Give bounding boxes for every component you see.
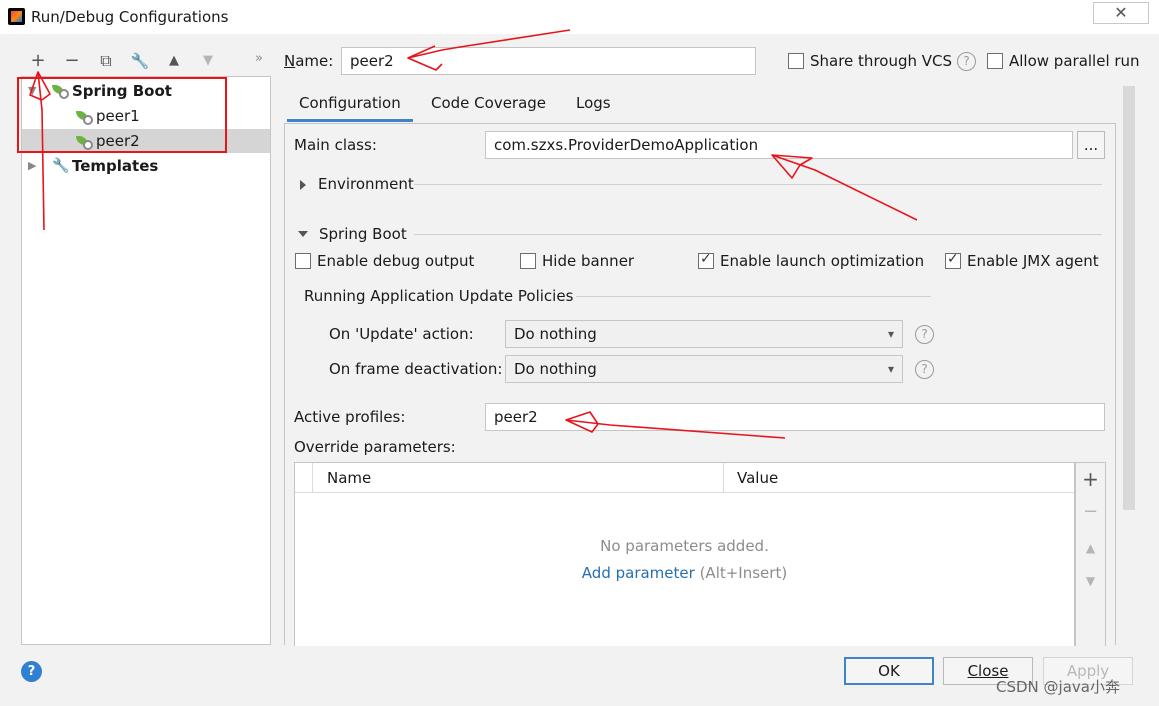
tab-configuration[interactable]: Configuration [287, 88, 413, 122]
copy-configuration-button[interactable]: ⧉ [94, 49, 118, 73]
name-label: Name: [284, 52, 334, 70]
enable-debug-output-label: Enable debug output [317, 252, 475, 270]
empty-table-text: No parameters added. [600, 537, 769, 555]
add-parameter-shortcut: (Alt+Insert) [699, 564, 788, 582]
window-title: Run/Debug Configurations [31, 8, 229, 26]
help-icon[interactable]: ? [915, 325, 934, 344]
more-actions-icon[interactable]: » [255, 51, 263, 66]
divider [576, 296, 931, 297]
vertical-scrollbar[interactable] [1123, 86, 1135, 510]
chevron-down-icon: ▾ [887, 327, 894, 341]
collapse-spring-boot-icon[interactable] [298, 231, 308, 237]
edit-templates-button[interactable]: 🔧 [128, 49, 152, 73]
chevron-down-icon: ▾ [887, 362, 894, 376]
wrench-icon: 🔧 [52, 158, 70, 174]
tab-code-coverage[interactable]: Code Coverage [419, 88, 558, 122]
add-configuration-button[interactable]: + [26, 49, 50, 73]
move-row-up-button[interactable]: ▲ [1076, 541, 1105, 555]
divider [414, 184, 1102, 185]
watermark-text: CSDN @java小奔 [996, 678, 1120, 696]
on-frame-label: On frame deactivation: [329, 360, 503, 378]
remove-configuration-button[interactable]: − [60, 49, 84, 73]
update-policies-title: Running Application Update Policies [304, 287, 574, 305]
spring-boot-section-toggle[interactable]: Spring Boot [319, 225, 407, 243]
column-divider [723, 463, 724, 493]
main-class-label: Main class: [294, 136, 377, 154]
configuration-tree[interactable]: ▼ Spring Boot peer1 peer2 ▶ 🔧 Templates [21, 76, 271, 645]
name-label-text: ame: [295, 52, 334, 70]
table-header: Name Value [295, 463, 1074, 493]
tab-logs[interactable]: Logs [564, 88, 623, 122]
name-input[interactable]: peer2 [341, 47, 756, 75]
window-close-button[interactable]: ✕ [1093, 2, 1149, 24]
browse-main-class-button[interactable]: ... [1077, 131, 1105, 159]
column-divider [312, 463, 313, 493]
main-class-input[interactable]: com.szxs.ProviderDemoApplication [485, 131, 1073, 159]
move-row-down-button[interactable]: ▼ [1076, 574, 1105, 588]
hide-banner-checkbox[interactable] [520, 253, 536, 269]
help-button[interactable]: ? [21, 661, 42, 682]
remove-row-button[interactable]: − [1076, 501, 1105, 522]
add-parameter-link[interactable]: Add parameter [582, 564, 695, 582]
enable-launch-optimization-checkbox[interactable] [698, 251, 714, 269]
on-frame-select[interactable]: Do nothing ▾ [505, 355, 903, 383]
allow-parallel-checkbox[interactable] [987, 53, 1003, 69]
tree-group-templates[interactable]: ▶ 🔧 Templates [22, 154, 270, 178]
divider [414, 234, 1102, 235]
move-down-button[interactable]: ▼ [196, 49, 220, 73]
move-up-button[interactable]: ▲ [162, 49, 186, 73]
table-side-toolbar: + − ▲ ▼ [1075, 462, 1106, 646]
expand-environment-icon[interactable] [300, 180, 306, 190]
column-header-name[interactable]: Name [327, 469, 371, 487]
override-parameters-label: Override parameters: [294, 438, 456, 456]
override-parameters-table[interactable]: Name Value No parameters added. Add para… [294, 462, 1075, 646]
add-parameter-row: Add parameter (Alt+Insert) [295, 564, 1074, 582]
enable-jmx-agent-label: Enable JMX agent [967, 252, 1099, 270]
on-frame-value: Do nothing [514, 360, 597, 378]
add-row-button[interactable]: + [1076, 467, 1105, 491]
environment-section-toggle[interactable]: Environment [318, 175, 414, 193]
on-update-label: On 'Update' action: [329, 325, 474, 343]
help-icon[interactable]: ? [915, 360, 934, 379]
active-profiles-input[interactable]: peer2 [485, 403, 1105, 431]
allow-parallel-label: Allow parallel run [1009, 52, 1140, 70]
intellij-logo-icon [8, 8, 25, 25]
active-profiles-label: Active profiles: [294, 408, 406, 426]
enable-launch-optimization-label: Enable launch optimization [720, 252, 925, 270]
hide-banner-label: Hide banner [542, 252, 635, 270]
on-update-select[interactable]: Do nothing ▾ [505, 320, 903, 348]
enable-jmx-agent-checkbox[interactable] [945, 251, 961, 269]
share-vcs-checkbox[interactable] [788, 53, 804, 69]
share-vcs-label: Share through VCS [810, 52, 953, 70]
annotation-highlight-box [17, 77, 227, 153]
tree-templates-label: Templates [72, 157, 159, 175]
column-header-value[interactable]: Value [737, 469, 778, 487]
collapse-arrow-icon[interactable]: ▶ [28, 154, 36, 178]
help-icon[interactable]: ? [957, 52, 976, 71]
on-update-value: Do nothing [514, 325, 597, 343]
enable-debug-output-checkbox[interactable] [295, 253, 311, 269]
ok-button[interactable]: OK [844, 657, 934, 685]
